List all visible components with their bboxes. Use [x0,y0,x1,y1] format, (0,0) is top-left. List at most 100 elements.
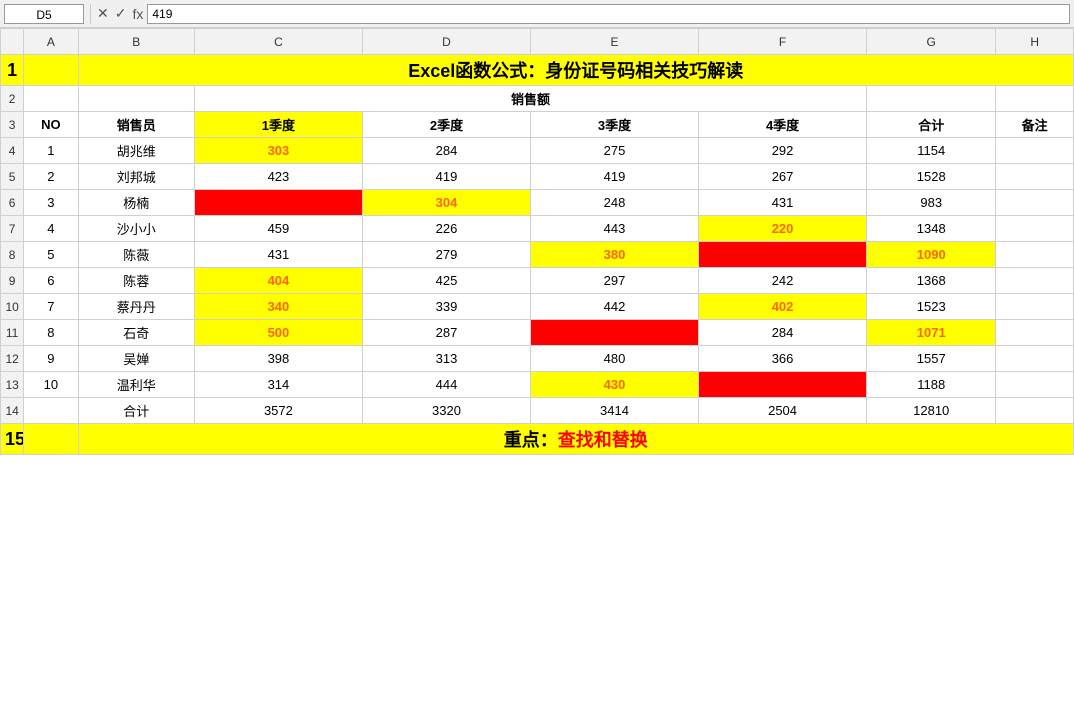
cell-q4-1[interactable]: 292 [699,138,867,164]
cell-note-8[interactable] [996,320,1074,346]
confirm-icon[interactable]: ✓ [115,5,127,22]
cancel-icon[interactable]: ✕ [97,5,109,22]
col-header-a[interactable]: A [24,29,78,55]
cell-name-9[interactable]: 吴婵 [78,346,194,372]
cell-note-6[interactable] [996,268,1074,294]
cell-q1-6[interactable]: 404 [194,268,362,294]
cell-note-7[interactable] [996,294,1074,320]
cell-q4-10[interactable]: 0 [699,372,867,398]
cell-q3-3[interactable]: 248 [530,190,698,216]
cell-no-8[interactable]: 8 [24,320,78,346]
total-sum[interactable]: 12810 [867,398,996,424]
cell-q2-9[interactable]: 313 [362,346,530,372]
col-header-d[interactable]: D [362,29,530,55]
cell-q2-2[interactable]: 419 [362,164,530,190]
cell-q4-5[interactable]: 0 [699,242,867,268]
cell-q3-4[interactable]: 443 [530,216,698,242]
cell-q4-3[interactable]: 431 [699,190,867,216]
cell-name-8[interactable]: 石奇 [78,320,194,346]
cell-total-9[interactable]: 1557 [867,346,996,372]
col-header-c[interactable]: C [194,29,362,55]
cell-no-10[interactable]: 10 [24,372,78,398]
cell-q1-5[interactable]: 431 [194,242,362,268]
cell-q3-6[interactable]: 297 [530,268,698,294]
data-row-7: 10 7 蔡丹丹 340 339 442 402 1523 [1,294,1074,320]
cell-note-10[interactable] [996,372,1074,398]
fx-icon[interactable]: fx [132,6,143,22]
cell-total-6[interactable]: 1368 [867,268,996,294]
cell-total-7[interactable]: 1523 [867,294,996,320]
cell-name-1[interactable]: 胡兆维 [78,138,194,164]
cell-note-3[interactable] [996,190,1074,216]
total-q4[interactable]: 2504 [699,398,867,424]
cell-q4-6[interactable]: 242 [699,268,867,294]
cell-q4-4[interactable]: 220 [699,216,867,242]
col-header-h[interactable]: H [996,29,1074,55]
cell-q3-2[interactable]: 419 [530,164,698,190]
cell-note-5[interactable] [996,242,1074,268]
cell-q1-2[interactable]: 423 [194,164,362,190]
cell-q4-2[interactable]: 267 [699,164,867,190]
cell-total-10[interactable]: 1188 [867,372,996,398]
col-header-b[interactable]: B [78,29,194,55]
col-header-g[interactable]: G [867,29,996,55]
cell-q1-4[interactable]: 459 [194,216,362,242]
col-header-f[interactable]: F [699,29,867,55]
cell-q4-8[interactable]: 284 [699,320,867,346]
cell-no-3[interactable]: 3 [24,190,78,216]
cell-name-10[interactable]: 温利华 [78,372,194,398]
cell-name-3[interactable]: 杨楠 [78,190,194,216]
cell-no-9[interactable]: 9 [24,346,78,372]
cell-q1-8[interactable]: 500 [194,320,362,346]
cell-q4-9[interactable]: 366 [699,346,867,372]
cell-q3-5[interactable]: 380 [530,242,698,268]
cell-name-4[interactable]: 沙小小 [78,216,194,242]
cell-q3-1[interactable]: 275 [530,138,698,164]
cell-no-5[interactable]: 5 [24,242,78,268]
cell-name-6[interactable]: 陈蓉 [78,268,194,294]
cell-no-2[interactable]: 2 [24,164,78,190]
cell-total-8[interactable]: 1071 [867,320,996,346]
total-q2[interactable]: 3320 [362,398,530,424]
cell-note-1[interactable] [996,138,1074,164]
cell-total-1[interactable]: 1154 [867,138,996,164]
cell-q1-7[interactable]: 340 [194,294,362,320]
col-header-e[interactable]: E [530,29,698,55]
cell-no-7[interactable]: 7 [24,294,78,320]
cell-total-2[interactable]: 1528 [867,164,996,190]
cell-reference-box[interactable]: D5 [4,4,84,24]
cell-total-3[interactable]: 983 [867,190,996,216]
cell-q3-7[interactable]: 442 [530,294,698,320]
cell-q2-10[interactable]: 444 [362,372,530,398]
cell-note-9[interactable] [996,346,1074,372]
spreadsheet-title: Excel函数公式：身份证号码相关技巧解读 [78,55,1073,86]
cell-no-6[interactable]: 6 [24,268,78,294]
cell-q1-9[interactable]: 398 [194,346,362,372]
total-q3[interactable]: 3414 [530,398,698,424]
cell-q4-7[interactable]: 402 [699,294,867,320]
cell-q1-1[interactable]: 303 [194,138,362,164]
cell-name-5[interactable]: 陈薇 [78,242,194,268]
cell-q2-1[interactable]: 284 [362,138,530,164]
cell-note-4[interactable] [996,216,1074,242]
cell-no-4[interactable]: 4 [24,216,78,242]
cell-q1-10[interactable]: 314 [194,372,362,398]
cell-q3-10[interactable]: 430 [530,372,698,398]
cell-name-7[interactable]: 蔡丹丹 [78,294,194,320]
cell-q2-3[interactable]: 304 [362,190,530,216]
cell-name-2[interactable]: 刘邦城 [78,164,194,190]
cell-q2-6[interactable]: 425 [362,268,530,294]
cell-q1-3[interactable]: 0 [194,190,362,216]
cell-q2-5[interactable]: 279 [362,242,530,268]
cell-q3-8[interactable]: 0 [530,320,698,346]
cell-total-5[interactable]: 1090 [867,242,996,268]
formula-input[interactable] [147,4,1070,24]
cell-q3-9[interactable]: 480 [530,346,698,372]
cell-no-1[interactable]: 1 [24,138,78,164]
cell-note-2[interactable] [996,164,1074,190]
cell-q2-8[interactable]: 287 [362,320,530,346]
cell-total-4[interactable]: 1348 [867,216,996,242]
total-q1[interactable]: 3572 [194,398,362,424]
cell-q2-4[interactable]: 226 [362,216,530,242]
cell-q2-7[interactable]: 339 [362,294,530,320]
